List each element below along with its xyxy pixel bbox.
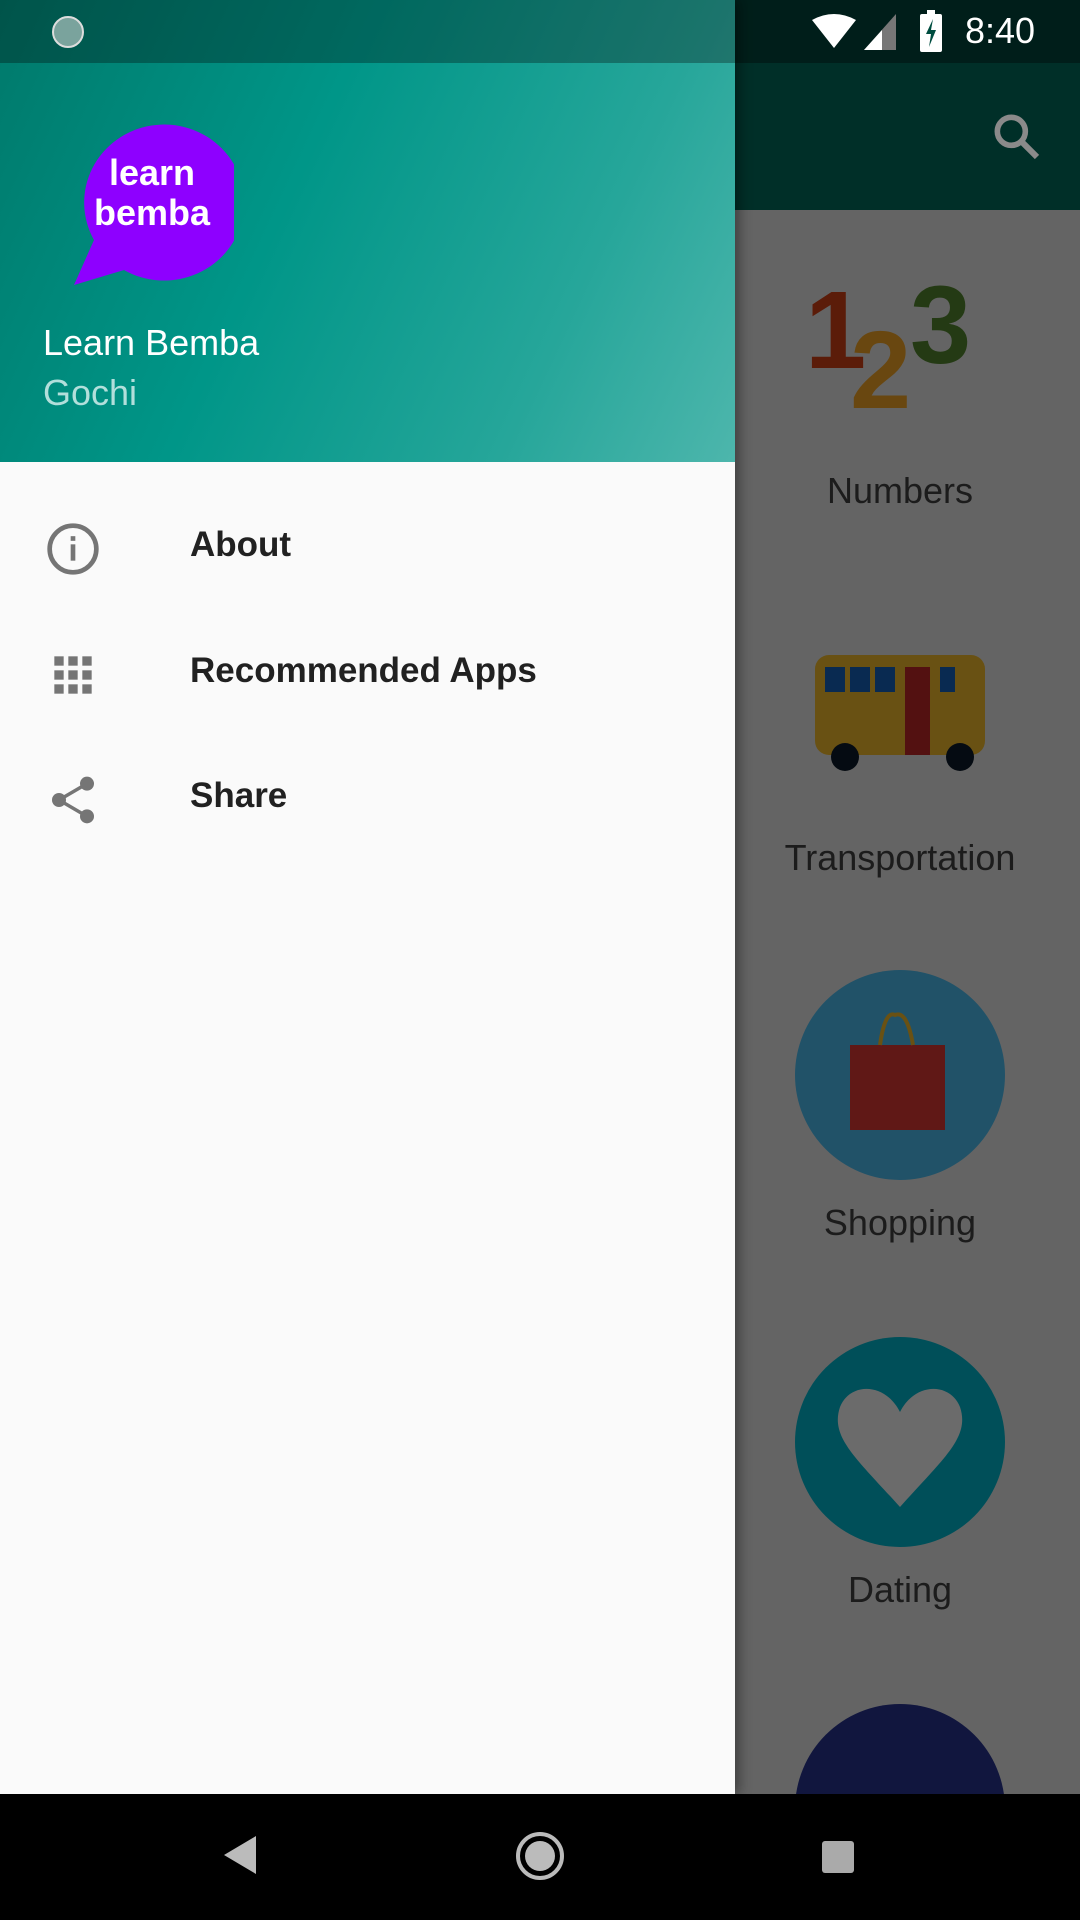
signal-icon — [864, 14, 896, 50]
menu-item-label: Share — [190, 776, 288, 815]
system-nav-bar — [0, 1794, 1080, 1920]
sync-icon — [52, 16, 84, 48]
share-icon — [52, 776, 94, 824]
apps-grid-icon — [54, 656, 92, 694]
menu-item-label: About — [190, 525, 292, 564]
category-label: Numbers — [826, 470, 974, 511]
menu-item-share[interactable]: Share — [0, 738, 735, 858]
category-shopping[interactable]: Shopping — [780, 970, 1020, 1244]
category-label: Dating — [847, 1569, 953, 1610]
wifi-icon — [812, 14, 856, 48]
drawer-subtitle: Gochi — [43, 372, 138, 413]
learn-bemba-logo: learnbemba — [74, 124, 234, 285]
category-transportation[interactable]: Transportation — [780, 605, 1020, 879]
heart-icon — [795, 1337, 1005, 1547]
navigation-drawer: learn bemba Learn Bemba Gochi About Recom… — [0, 0, 735, 1794]
info-icon — [47, 523, 99, 575]
svg-text:2: 2 — [850, 309, 911, 432]
menu-item-label: Recommended Apps — [190, 651, 537, 690]
status-time: 8:40 — [965, 10, 1036, 51]
back-icon[interactable] — [222, 1834, 258, 1876]
bus-icon — [795, 605, 1005, 815]
battery-charging-icon — [920, 10, 942, 52]
category-dating[interactable]: Dating — [780, 1337, 1020, 1611]
shopping-bag-icon — [795, 970, 1005, 1180]
numbers-123-icon: 123 — [795, 238, 1005, 448]
menu-item-recommended-apps[interactable]: Recommended Apps — [0, 613, 735, 733]
drawer-header: learn bemba Learn Bemba Gochi — [0, 0, 735, 462]
category-label: Transportation — [784, 837, 1016, 878]
svg-text:learn: learn — [109, 152, 195, 193]
home-icon[interactable] — [514, 1830, 566, 1882]
svg-text:3: 3 — [910, 264, 971, 387]
menu-item-about[interactable]: About — [0, 487, 735, 607]
drawer-title: Learn Bemba — [43, 322, 260, 363]
status-bar: 8:40 — [0, 0, 1080, 63]
category-numbers[interactable]: 123 Numbers — [780, 238, 1020, 512]
recents-icon[interactable] — [822, 1841, 854, 1873]
category-label: Shopping — [823, 1202, 977, 1243]
svg-text:bemba: bemba — [94, 192, 211, 233]
search-icon[interactable] — [988, 108, 1044, 164]
